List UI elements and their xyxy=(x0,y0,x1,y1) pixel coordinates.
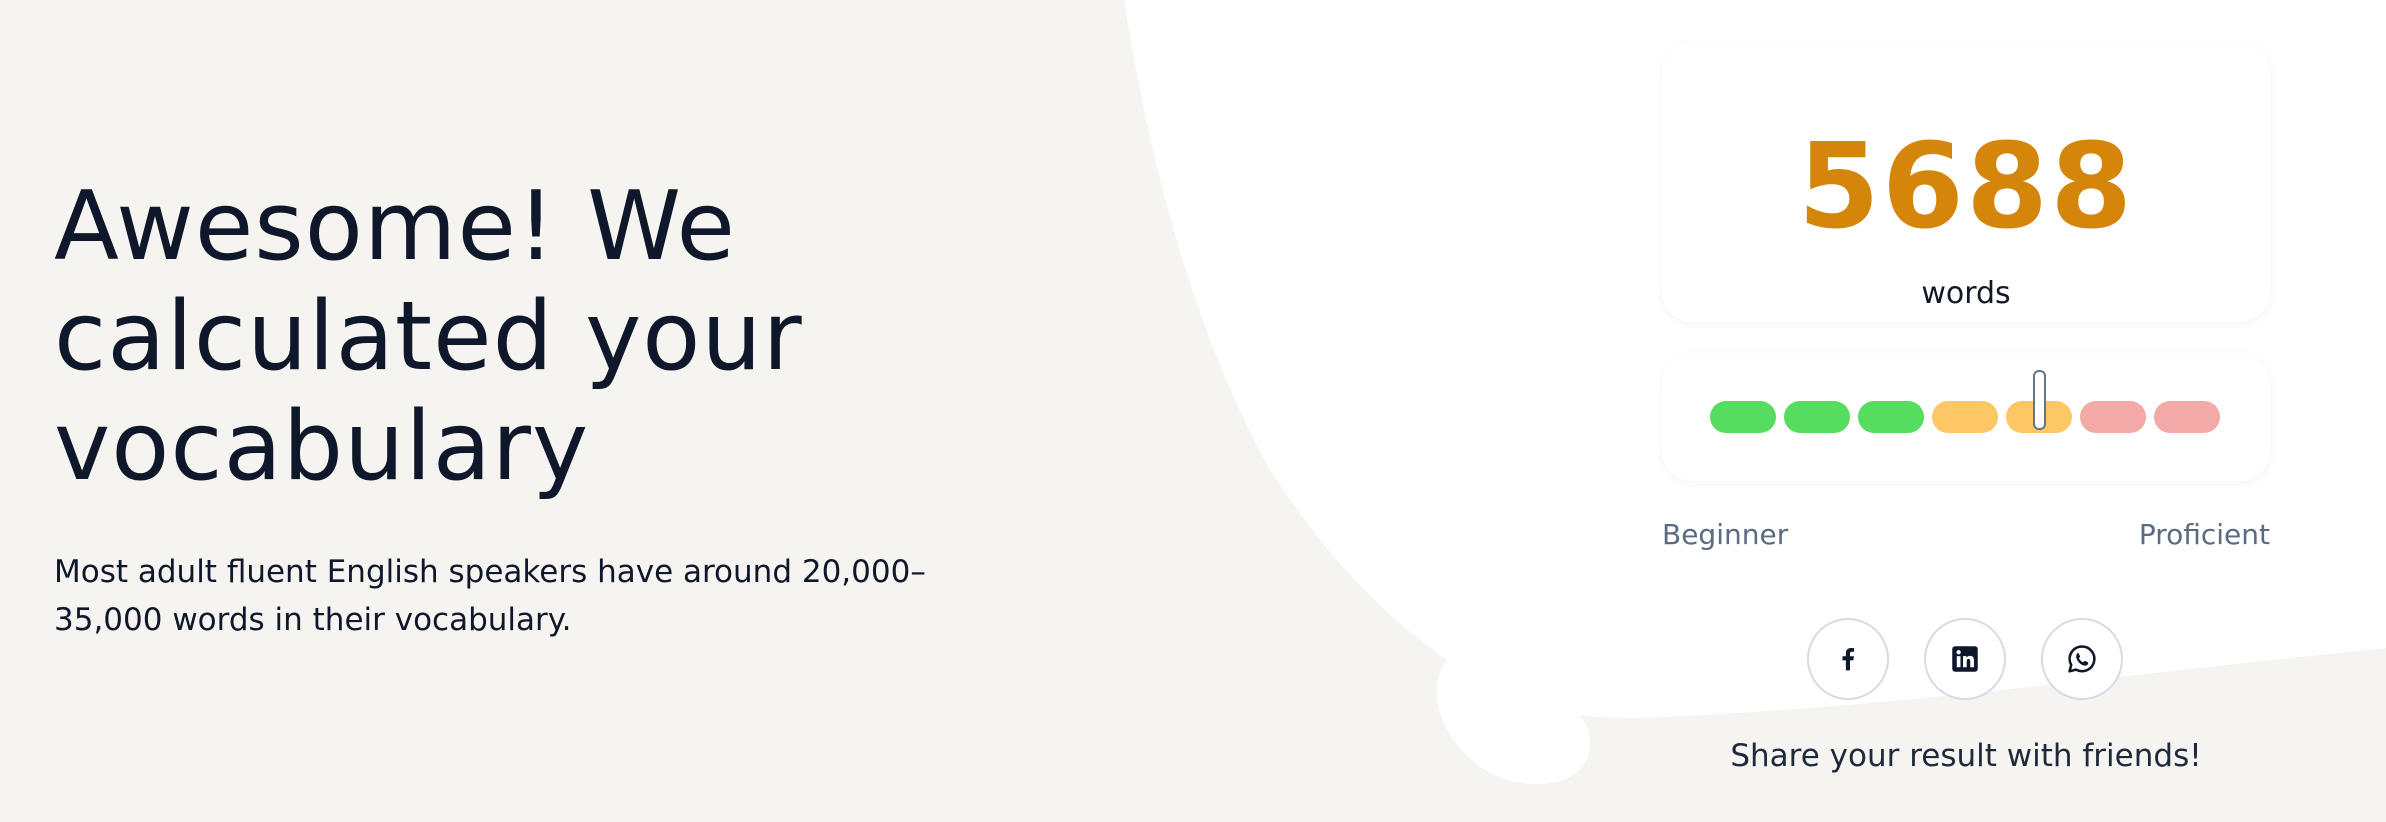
share-whatsapp-button[interactable] xyxy=(2041,618,2123,700)
word-count-unit: words xyxy=(1921,276,2011,311)
level-segment-4 xyxy=(1932,401,1998,433)
linkedin-icon xyxy=(1952,646,1978,672)
share-linkedin-button[interactable] xyxy=(1924,618,2006,700)
scale-label-beginner: Beginner xyxy=(1662,518,1789,551)
vocabulary-description: Most adult fluent English speakers have … xyxy=(54,548,954,644)
headline: Awesome! We calculated your vocabulary xyxy=(54,172,954,502)
share-caption: Share your result with friends! xyxy=(1730,738,2202,774)
level-marker xyxy=(2033,370,2046,430)
scale-label-proficient: Proficient xyxy=(2138,518,2270,551)
level-segment-2 xyxy=(1784,401,1850,433)
description-line: Most adult fluent English speakers have … xyxy=(54,554,926,590)
word-count-card: 5688 words xyxy=(1662,42,2270,322)
word-count-number: 5688 xyxy=(1797,117,2135,255)
level-segment-6 xyxy=(2080,401,2146,433)
level-segment-7 xyxy=(2154,401,2220,433)
level-scale-card xyxy=(1662,353,2270,481)
headline-line: calculated your xyxy=(54,282,803,392)
headline-line: vocabulary xyxy=(54,392,590,502)
headline-line: Awesome! We xyxy=(54,172,736,282)
whatsapp-icon xyxy=(2068,645,2096,673)
level-segment-1 xyxy=(1710,401,1776,433)
share-facebook-button[interactable] xyxy=(1807,618,1889,700)
facebook-icon xyxy=(1842,647,1855,671)
level-segment-3 xyxy=(1858,401,1924,433)
description-line: 35,000 words in their vocabulary. xyxy=(54,602,572,638)
